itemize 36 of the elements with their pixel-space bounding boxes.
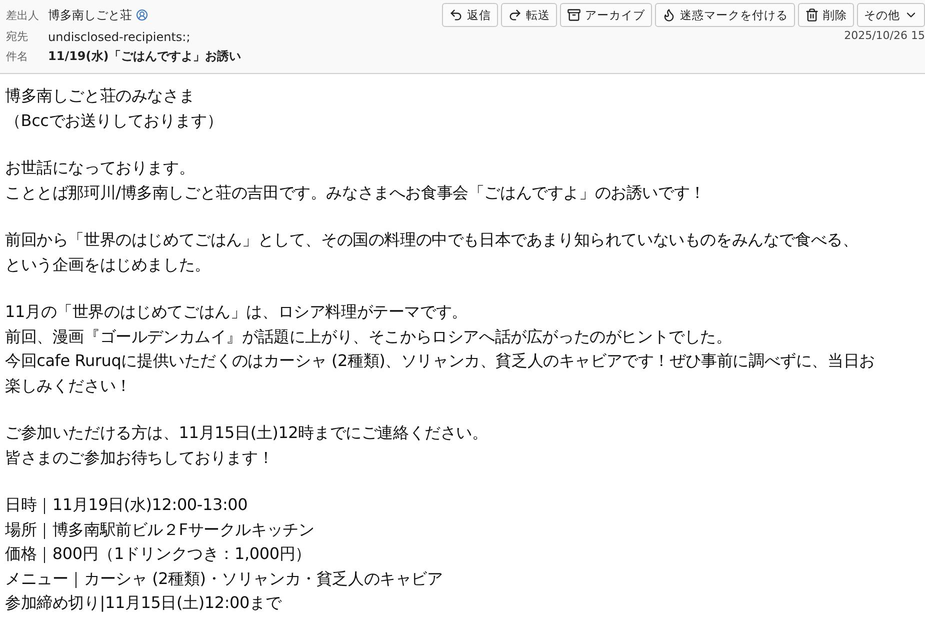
- body-text-line: 皆さまのご参加お待ちしております！: [5, 446, 275, 468]
- body-text-line: 参加締め切り|11月15日(土)12:00まで: [5, 592, 283, 614]
- action-button[interactable]: アーカイブ: [560, 3, 652, 27]
- body-text-line: という企画をはじめました。: [5, 254, 212, 276]
- action-button[interactable]: 迷惑マークを付ける: [655, 3, 795, 27]
- field-label: 宛先: [6, 29, 29, 44]
- action-button[interactable]: 転送: [501, 3, 557, 27]
- body-text-line: 博多南しごと荘のみなさま: [5, 85, 196, 107]
- body-text-line: お世話になっております。: [5, 157, 196, 179]
- reply-icon: [449, 8, 463, 22]
- body-text-line: 前回から「世界のはじめてごはん」として、その国の料理の中でも日本であまり知られていないものをみんなで食べる、: [5, 229, 860, 251]
- action-button[interactable]: その他: [857, 3, 925, 27]
- field-label: 差出人: [6, 8, 40, 22]
- action-button[interactable]: 返信: [442, 3, 498, 27]
- field-label: 件名: [6, 49, 29, 64]
- body-text-line: メニュー｜カーシャ (2種類)・ソリャンカ・貧乏人のキャビア: [5, 568, 444, 590]
- body-text-line: ご参加いただける方は、11月15日(土)12時までにご連絡ください。: [5, 422, 489, 444]
- body-text-line: 日時｜11月19日(水)12:00-13:00: [5, 494, 249, 516]
- body-text-line: 今回cafe Ruruqに提供いただくのはカーシャ (2種類)、ソリャンカ、貧乏人のキャビアです！ぜひ事前に調べずに、当日お: [5, 350, 876, 372]
- action-button[interactable]: 削除: [798, 3, 854, 27]
- message-date: 2025/10/26 15: [844, 29, 925, 44]
- body-text-line: こととば那珂川/博多南しごと荘の吉田です。みなさまへお食事会「ごはんですよ」のお誘いです！: [5, 182, 706, 204]
- body-text-line: 楽しみください！: [5, 374, 132, 396]
- forward-icon: [508, 8, 522, 22]
- body-text-line: 前回、漫画『ゴールデンカムイ』が話題に上がり、そこからロシアへ話が広がったのがヒントでした。: [5, 326, 733, 348]
- archive-icon: [567, 8, 581, 22]
- contact-icon[interactable]: [136, 9, 148, 21]
- field-value: undisclosed-recipients:;: [48, 30, 190, 44]
- body-text-line: （Bccでお送りしております）: [5, 110, 224, 132]
- sender-name: 博多南しごと荘: [48, 6, 132, 24]
- trash-icon: [805, 8, 819, 22]
- body-text-line: 価格｜800円（1ドリンクつき：1,000円）: [5, 543, 312, 565]
- body-text-line: 11月の「世界のはじめてごはん」は、ロシア料理がテーマです。: [5, 301, 468, 323]
- field-value: 11/19(水)「ごはんですよ」お誘い: [48, 48, 241, 65]
- body-text-line: 場所｜博多南駅前ビル２Fサークルキッチン: [5, 518, 316, 541]
- flame-icon: [662, 8, 676, 22]
